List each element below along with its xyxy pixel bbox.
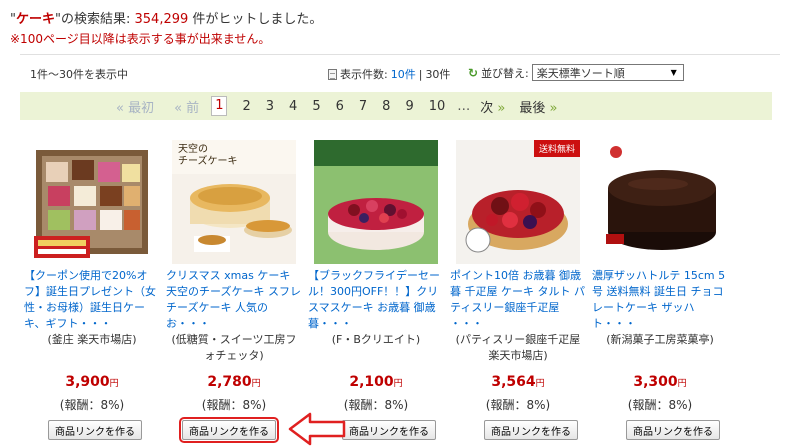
price-value: 3,900 [65, 374, 110, 390]
reward-rate: (報酬：8%) [627, 398, 693, 412]
product-card: 【ブラックフライデーセール！300円OFF！！】クリスマスケーキ お歳暮 御歳暮… [308, 140, 444, 440]
create-link-button[interactable]: 商品リンクを作る [484, 420, 578, 440]
summary-label: "の検索結果: [55, 12, 135, 27]
product-card: 送料無料 ポイント10倍 お歳暮 御歳暮 千疋屋 ケーキ タルト パティスリー銀… [450, 140, 586, 440]
pager-page-link[interactable]: 7 [359, 99, 367, 114]
sort-control: ↻ 並び替え: 楽天標準ソート順 ▼ [468, 64, 684, 81]
product-title-link[interactable]: クリスマス xmas ケーキ 天空のチーズケーキ スフレ チーズケーキ 人気のお… [166, 268, 302, 332]
pager-page-link[interactable]: 4 [289, 99, 297, 114]
reward-rate: (報酬：8%) [485, 398, 551, 412]
sort-selected-value: 楽天標準ソート順 [536, 66, 625, 80]
search-keyword: ケーキ [15, 12, 55, 27]
dropdown-arrow-icon: ▼ [670, 68, 677, 77]
search-summary: "ケーキ"の検索結果: 354,299 件がヒットしました。 [10, 8, 322, 27]
product-price: 2,780円 [166, 374, 302, 390]
pager-page-link[interactable]: 10 [429, 99, 446, 114]
summary-suffix: 件がヒットしました。 [188, 12, 323, 27]
reward-rate: (報酬：8%) [59, 398, 125, 412]
pager-page-link[interactable]: 8 [382, 99, 390, 114]
create-link-button[interactable]: 商品リンクを作る [626, 420, 720, 440]
result-range: 1件～30件を表示中 [30, 68, 128, 81]
pager-last-label: 最後 [519, 100, 546, 116]
price-unit: 円 [251, 379, 261, 389]
result-count: 354,299 [134, 12, 189, 27]
divider [20, 54, 780, 55]
price-unit: 円 [109, 379, 119, 389]
product-image[interactable] [30, 140, 154, 264]
pager-page-link[interactable]: 2 [242, 99, 250, 114]
pager-ellipsis: … [457, 98, 471, 114]
shop-name: (低糖質・スイーツ工房フォチェッタ) [171, 333, 297, 362]
document-icon [328, 68, 337, 80]
pager-page-link[interactable]: 3 [266, 99, 274, 114]
pager-page-link[interactable]: 9 [405, 99, 413, 114]
page-limit-notice: ※100ページ目以降は表示する事が出来ません。 [10, 32, 271, 46]
pager-page-link[interactable]: 6 [336, 99, 344, 114]
per-page-10-link[interactable]: 10件 [391, 66, 416, 82]
last-arrow-icon: » [549, 100, 558, 116]
product-card: 濃厚ザッハトルテ 15cm 5号 送料無料 誕生日 チョコレートケーキ ザッハト… [592, 140, 728, 440]
product-image[interactable]: 送料無料 [456, 140, 580, 264]
create-link-button[interactable]: 商品リンクを作る [48, 420, 142, 440]
per-page-label: 表示件数: [340, 68, 388, 81]
price-value: 2,100 [349, 374, 394, 390]
left-arrow-icon [288, 412, 346, 446]
product-title-link[interactable]: 【クーポン使用で20%オフ】誕生日プレゼント（女性・お母様）誕生日ケーキ、ギフト… [24, 268, 160, 332]
product-title-link[interactable]: ポイント10倍 お歳暮 御歳暮 千疋屋 ケーキ タルト パティスリー銀座千疋屋 … [450, 268, 586, 332]
sort-icon: ↻ [468, 65, 479, 80]
product-price: 3,564円 [450, 374, 586, 390]
reward-rate: (報酬：8%) [343, 398, 409, 412]
price-value: 3,564 [491, 374, 536, 390]
shop-name: (パティスリー銀座千疋屋 楽天市場店) [455, 333, 581, 362]
free-shipping-badge: 送料無料 [533, 140, 580, 157]
per-page-separator: | [418, 67, 423, 81]
price-unit: 円 [393, 379, 403, 389]
product-image[interactable] [598, 140, 722, 264]
shop-name: (釜庄 楽天市場店) [47, 333, 137, 346]
product-title-link[interactable]: 濃厚ザッハトルテ 15cm 5号 送料無料 誕生日 チョコレートケーキ ザッハト… [592, 268, 728, 332]
per-page-control: 表示件数: 10件 | 30件 [328, 66, 450, 82]
price-unit: 円 [677, 379, 687, 389]
pager-prev: « 前 [174, 100, 200, 116]
price-value: 2,780 [207, 374, 252, 390]
pagination: « 最初 « 前 1 2 3 4 5 6 7 8 9 10 … 次 » 最後 » [20, 92, 772, 120]
pager-next[interactable]: 次 » [480, 97, 505, 116]
product-image[interactable]: 天空の チーズケーキ [172, 140, 296, 264]
reward-rate: (報酬：8%) [201, 398, 267, 412]
shop-name: (新潟菓子工房菜菓亭) [606, 333, 714, 346]
per-page-30: 30件 [425, 68, 451, 81]
price-value: 3,300 [633, 374, 678, 390]
pager-next-label: 次 [480, 100, 494, 116]
pager-page-link[interactable]: 5 [312, 99, 320, 114]
sort-label: 並び替え: [481, 66, 529, 80]
sort-select[interactable]: 楽天標準ソート順 ▼ [531, 64, 684, 81]
next-arrow-icon: » [497, 100, 506, 116]
product-price: 3,300円 [592, 374, 728, 390]
shop-name: (F・Bクリエイト) [331, 333, 421, 346]
price-unit: 円 [535, 379, 545, 389]
product-title-link[interactable]: 【ブラックフライデーセール！300円OFF！！】クリスマスケーキ お歳暮 御歳暮… [308, 268, 444, 332]
create-link-button[interactable]: 商品リンクを作る [179, 417, 279, 443]
product-card: 【クーポン使用で20%オフ】誕生日プレゼント（女性・お母様）誕生日ケーキ、ギフト… [24, 140, 160, 440]
product-image[interactable] [314, 140, 438, 264]
create-link-button[interactable]: 商品リンクを作る [342, 420, 436, 440]
product-price: 2,100円 [308, 374, 444, 390]
pager-last[interactable]: 最後 » [519, 97, 557, 116]
product-card: 天空の チーズケーキ クリスマス xmas ケーキ 天空のチーズケーキ スフレ … [166, 140, 302, 443]
product-price: 3,900円 [24, 374, 160, 390]
thumb-caption: 天空の チーズケーキ [178, 144, 238, 167]
pager-first: « 最初 [116, 100, 155, 116]
pager-current-page: 1 [211, 96, 228, 116]
